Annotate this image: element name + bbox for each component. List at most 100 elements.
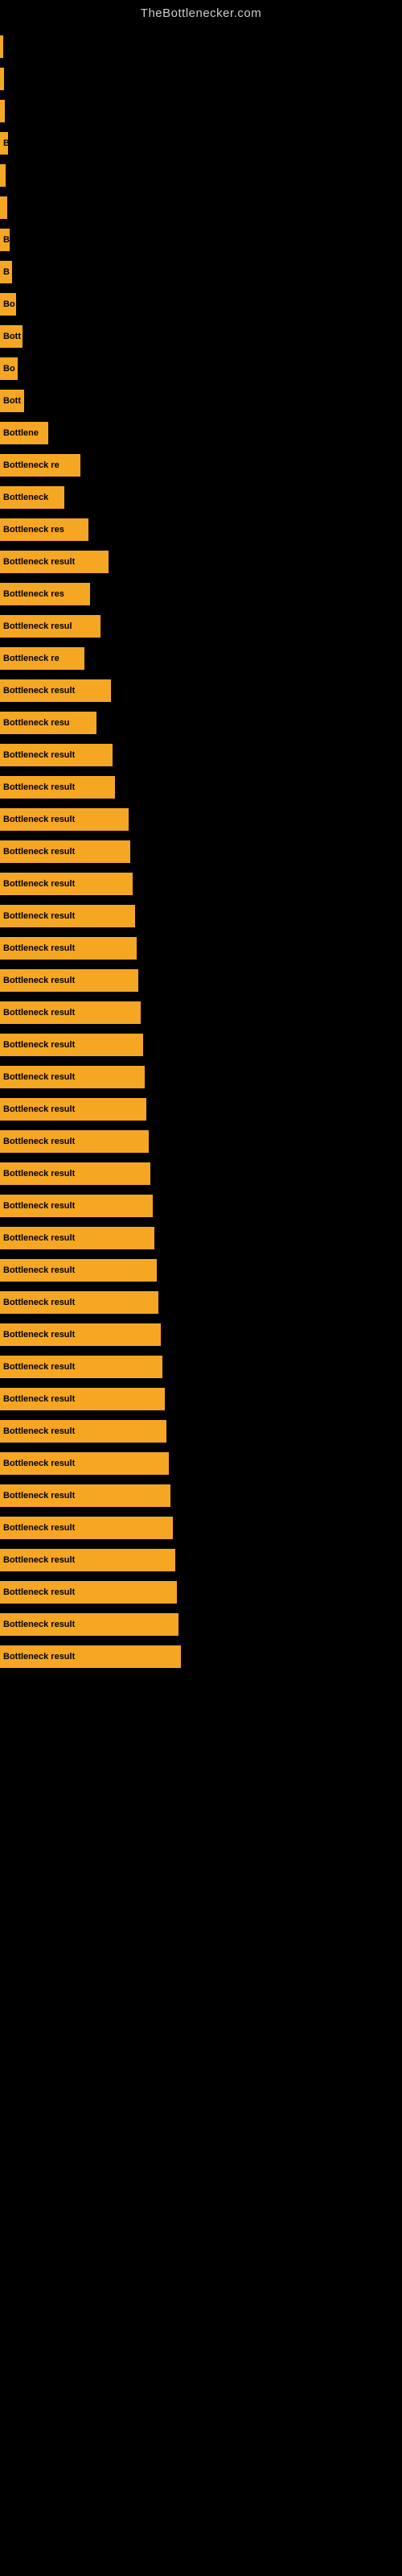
- bar-49: Bottleneck result: [0, 1613, 178, 1636]
- bar-label-44: Bottleneck result: [3, 1459, 75, 1468]
- bar-31: Bottleneck result: [0, 1034, 143, 1056]
- bar-row: [0, 31, 402, 62]
- bar-38: Bottleneck result: [0, 1259, 157, 1282]
- bar-label-14: Bottleneck: [3, 493, 48, 502]
- bar-label-47: Bottleneck result: [3, 1555, 75, 1565]
- bar-23: Bottleneck result: [0, 776, 115, 799]
- bar-row: B: [0, 128, 402, 159]
- bar-label-6: B: [3, 235, 10, 245]
- bar-row: [0, 64, 402, 94]
- bar-16: Bottleneck result: [0, 551, 109, 573]
- bar-label-43: Bottleneck result: [3, 1426, 75, 1436]
- bar-label-27: Bottleneck result: [3, 911, 75, 921]
- bar-48: Bottleneck result: [0, 1581, 177, 1604]
- bar-row: Bottleneck: [0, 482, 402, 513]
- bar-row: Bottleneck result: [0, 740, 402, 770]
- bar-37: Bottleneck result: [0, 1227, 154, 1249]
- bar-label-50: Bottleneck result: [3, 1652, 75, 1662]
- bar-8: Bo: [0, 293, 16, 316]
- bar-label-41: Bottleneck result: [3, 1362, 75, 1372]
- bar-32: Bottleneck result: [0, 1066, 145, 1088]
- bar-label-18: Bottleneck resul: [3, 621, 72, 631]
- bar-row: Bottleneck result: [0, 1223, 402, 1253]
- bar-label-33: Bottleneck result: [3, 1104, 75, 1114]
- bar-label-26: Bottleneck result: [3, 879, 75, 889]
- bar-18: Bottleneck resul: [0, 615, 100, 638]
- bar-label-29: Bottleneck result: [3, 976, 75, 985]
- bar-label-32: Bottleneck result: [3, 1072, 75, 1082]
- bar-row: Bottleneck result: [0, 869, 402, 899]
- bar-row: [0, 96, 402, 126]
- bar-label-7: B: [3, 267, 10, 277]
- bar-row: Bottleneck result: [0, 1513, 402, 1543]
- bar-50: Bottleneck result: [0, 1645, 181, 1668]
- bar-25: Bottleneck result: [0, 840, 130, 863]
- bar-13: Bottleneck re: [0, 454, 80, 477]
- bar-29: Bottleneck result: [0, 969, 138, 992]
- bar-28: Bottleneck result: [0, 937, 137, 960]
- bar-33: Bottleneck result: [0, 1098, 146, 1121]
- bar-label-34: Bottleneck result: [3, 1137, 75, 1146]
- bar-label-11: Bott: [3, 396, 21, 406]
- bar-label-13: Bottleneck re: [3, 460, 59, 470]
- bar-row: Bottleneck res: [0, 514, 402, 545]
- bar-10: Bo: [0, 357, 18, 380]
- bar-label-30: Bottleneck result: [3, 1008, 75, 1018]
- bar-row: Bottleneck result: [0, 1545, 402, 1575]
- bar-label-40: Bottleneck result: [3, 1330, 75, 1340]
- bar-row: Bottleneck result: [0, 1480, 402, 1511]
- bar-6: B: [0, 229, 10, 251]
- bar-41: Bottleneck result: [0, 1356, 162, 1378]
- bar-label-48: Bottleneck result: [3, 1587, 75, 1597]
- bar-row: Bottleneck result: [0, 1384, 402, 1414]
- bar-label-3: B: [3, 138, 8, 148]
- bar-label-35: Bottleneck result: [3, 1169, 75, 1179]
- bar-0: [0, 35, 3, 58]
- bar-30: Bottleneck result: [0, 1001, 141, 1024]
- bar-3: B: [0, 132, 8, 155]
- site-title: TheBottlenecker.com: [0, 0, 402, 23]
- bar-label-22: Bottleneck result: [3, 750, 75, 760]
- bar-45: Bottleneck result: [0, 1484, 170, 1507]
- bar-row: Bottleneck result: [0, 997, 402, 1028]
- bar-row: Bottleneck re: [0, 643, 402, 674]
- bar-34: Bottleneck result: [0, 1130, 149, 1153]
- bar-row: [0, 192, 402, 223]
- bar-5: [0, 196, 7, 219]
- bar-4: [0, 164, 6, 187]
- bar-21: Bottleneck resu: [0, 712, 96, 734]
- bar-24: Bottleneck result: [0, 808, 129, 831]
- bar-19: Bottleneck re: [0, 647, 84, 670]
- bar-11: Bott: [0, 390, 24, 412]
- bar-row: Bottleneck result: [0, 675, 402, 706]
- bar-42: Bottleneck result: [0, 1388, 165, 1410]
- bar-label-12: Bottlene: [3, 428, 39, 438]
- bar-22: Bottleneck result: [0, 744, 113, 766]
- bar-36: Bottleneck result: [0, 1195, 153, 1217]
- bar-14: Bottleneck: [0, 486, 64, 509]
- bar-2: [0, 100, 5, 122]
- bar-label-16: Bottleneck result: [3, 557, 75, 567]
- bar-row: Bottleneck result: [0, 1094, 402, 1125]
- bar-row: Bottleneck result: [0, 1319, 402, 1350]
- bar-row: Bo: [0, 289, 402, 320]
- bar-row: Bottleneck result: [0, 1448, 402, 1479]
- bar-row: Bottleneck result: [0, 901, 402, 931]
- bar-label-37: Bottleneck result: [3, 1233, 75, 1243]
- bar-label-24: Bottleneck result: [3, 815, 75, 824]
- bar-label-31: Bottleneck result: [3, 1040, 75, 1050]
- bar-row: Bottleneck result: [0, 1126, 402, 1157]
- bar-row: Bottleneck result: [0, 1191, 402, 1221]
- bar-label-10: Bo: [3, 364, 15, 374]
- bar-row: Bottleneck result: [0, 1158, 402, 1189]
- bar-label-17: Bottleneck res: [3, 589, 64, 599]
- bars-container: BBBBoBottBoBottBottleneBottleneck reBott…: [0, 23, 402, 1682]
- bar-row: Bottleneck result: [0, 1062, 402, 1092]
- bar-label-46: Bottleneck result: [3, 1523, 75, 1533]
- bar-label-23: Bottleneck result: [3, 782, 75, 792]
- bar-label-25: Bottleneck result: [3, 847, 75, 857]
- bar-label-20: Bottleneck result: [3, 686, 75, 696]
- bar-row: Bottleneck result: [0, 836, 402, 867]
- bar-20: Bottleneck result: [0, 679, 111, 702]
- bar-label-19: Bottleneck re: [3, 654, 59, 663]
